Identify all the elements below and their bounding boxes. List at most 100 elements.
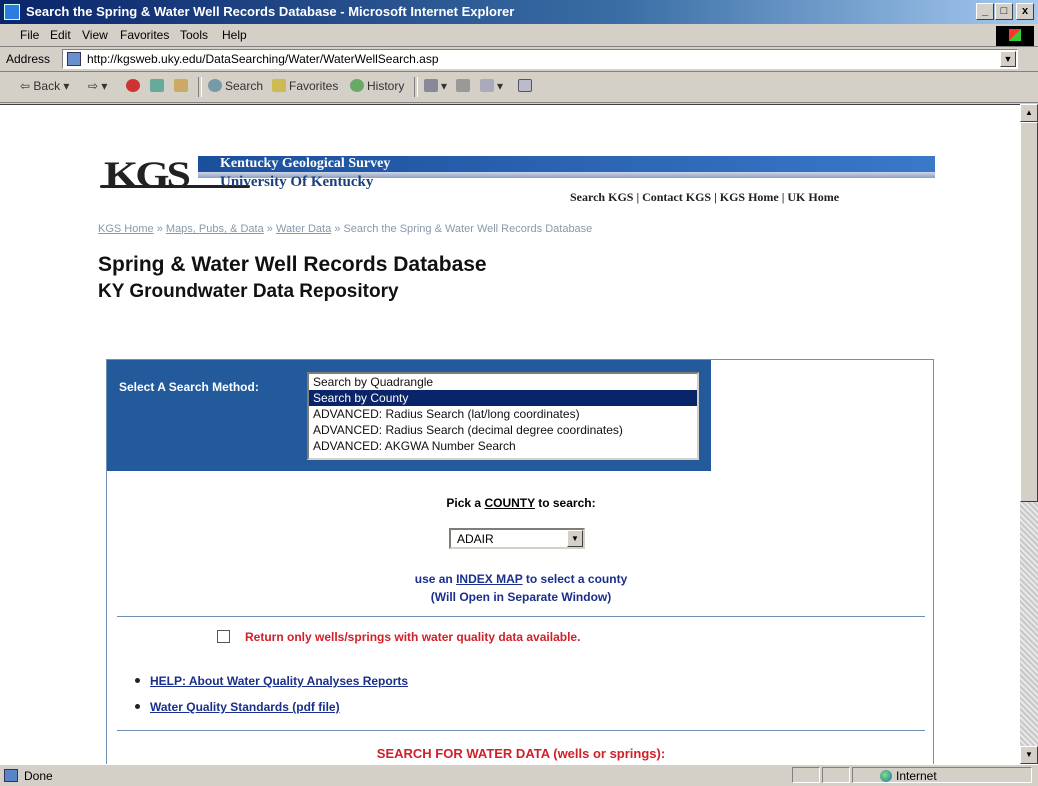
method-option-county[interactable]: Search by County xyxy=(309,390,697,406)
index-map-prefix: use an xyxy=(414,572,457,586)
search-icon xyxy=(208,79,222,92)
stop-button[interactable] xyxy=(126,79,143,93)
history-label: History xyxy=(367,79,405,93)
refresh-button[interactable] xyxy=(150,79,167,93)
status-pane xyxy=(792,767,820,783)
close-button[interactable]: x xyxy=(1016,3,1034,20)
menu-view[interactable]: View xyxy=(82,28,108,42)
stop-icon xyxy=(126,79,140,92)
history-button[interactable]: History xyxy=(350,79,404,93)
help-water-quality-link[interactable]: HELP: About Water Quality Analyses Repor… xyxy=(150,674,408,688)
home-button[interactable] xyxy=(174,79,191,93)
index-map-link[interactable]: INDEX MAP xyxy=(456,572,522,586)
search-button[interactable]: Search xyxy=(208,79,263,93)
breadcrumb-kgs-home[interactable]: KGS Home xyxy=(98,223,154,235)
status-pane xyxy=(822,767,850,783)
discuss-icon xyxy=(518,79,532,92)
window-title: Search the Spring & Water Well Records D… xyxy=(26,4,515,19)
status-zone-pane xyxy=(852,767,1032,783)
menu-bar: File Edit View Favorites Tools Help xyxy=(0,24,1038,47)
address-dropdown-icon[interactable]: ▼ xyxy=(1000,51,1016,67)
search-form: Select A Search Method: Search by Quadra… xyxy=(106,359,934,765)
divider xyxy=(117,730,925,731)
kgs-banner: KGS Kentucky Geological Survey Universit… xyxy=(100,151,938,209)
banner-org-name: Kentucky Geological Survey xyxy=(220,156,391,171)
menu-help[interactable]: Help xyxy=(222,28,247,42)
forward-button[interactable]: ⇨ ▾ xyxy=(88,79,107,93)
water-quality-checkbox-label: Return only wells/springs with water qua… xyxy=(245,630,581,644)
list-item: Water Quality Standards (pdf file) xyxy=(135,700,340,714)
divider xyxy=(117,616,925,617)
search-method-label: Select A Search Method: xyxy=(119,380,259,394)
pick-county-prefix: Pick a xyxy=(446,496,485,510)
method-option-radius-decimal[interactable]: ADVANCED: Radius Search (decimal degree … xyxy=(309,422,697,438)
maximize-button[interactable]: □ xyxy=(995,3,1013,20)
method-option-quadrangle[interactable]: Search by Quadrangle xyxy=(309,374,697,390)
print-button[interactable] xyxy=(456,79,473,93)
breadcrumb-separator: » xyxy=(334,223,341,235)
index-map-note: (Will Open in Separate Window) xyxy=(430,590,612,604)
history-icon xyxy=(350,79,364,92)
menu-tools[interactable]: Tools xyxy=(180,28,208,42)
back-label: Back xyxy=(33,79,61,93)
toolbar-separator xyxy=(198,77,202,97)
kgs-logo[interactable]: KGS xyxy=(104,153,191,196)
address-url: http://kgsweb.uky.edu/DataSearching/Wate… xyxy=(87,52,439,66)
page-subtitle: KY Groundwater Data Repository xyxy=(98,281,399,302)
home-icon xyxy=(174,79,188,92)
county-select[interactable]: ADAIR ▼ xyxy=(449,528,585,549)
index-map-suffix: to select a county xyxy=(522,572,628,586)
internet-zone: Internet xyxy=(880,769,937,783)
globe-icon xyxy=(880,770,892,782)
scroll-down-icon[interactable]: ▼ xyxy=(1020,746,1038,764)
vertical-scrollbar[interactable]: ▲ ▼ xyxy=(1020,104,1038,764)
bullet-icon xyxy=(135,678,140,683)
status-text: Done xyxy=(24,769,53,783)
chevron-down-icon[interactable]: ▼ xyxy=(567,530,583,547)
banner-links[interactable]: Search KGS | Contact KGS | KGS Home | UK… xyxy=(570,190,839,205)
zone-label: Internet xyxy=(896,769,937,783)
breadcrumb-separator: » xyxy=(156,223,163,235)
print-icon xyxy=(456,79,470,92)
bullet-icon xyxy=(135,704,140,709)
water-quality-standards-link[interactable]: Water Quality Standards (pdf file) xyxy=(150,700,340,714)
mail-button[interactable]: ▾ xyxy=(424,79,447,93)
list-item: HELP: About Water Quality Analyses Repor… xyxy=(135,674,408,688)
search-method-listbox[interactable]: Search by Quadrangle Search by County AD… xyxy=(307,372,699,460)
status-bar: Done Internet xyxy=(0,764,1038,786)
favorites-icon xyxy=(272,79,286,92)
forward-arrow-icon: ⇨ ▾ xyxy=(88,79,108,93)
ie-app-icon[interactable] xyxy=(4,4,20,20)
breadcrumb-maps-pubs-data[interactable]: Maps, Pubs, & Data xyxy=(166,223,264,235)
banner-university: University Of Kentucky xyxy=(220,174,374,190)
menu-file[interactable]: File xyxy=(20,28,39,42)
breadcrumb-water-data[interactable]: Water Data xyxy=(276,223,331,235)
method-option-akgwa-number[interactable]: ADVANCED: AKGWA Number Search xyxy=(309,438,697,454)
pick-county-text: Pick a COUNTY to search: xyxy=(107,496,935,510)
scroll-up-icon[interactable]: ▲ xyxy=(1020,104,1038,122)
edit-button[interactable]: ▾ xyxy=(480,79,503,93)
edit-icon xyxy=(480,79,494,92)
menu-edit[interactable]: Edit xyxy=(50,28,71,42)
page-status-icon xyxy=(4,769,18,782)
discuss-button[interactable] xyxy=(518,79,535,93)
back-arrow-icon: ⇦ xyxy=(20,79,34,93)
mail-icon xyxy=(424,79,438,92)
water-quality-checkbox[interactable] xyxy=(217,630,230,643)
page-viewport: KGS Kentucky Geological Survey Universit… xyxy=(0,104,1020,765)
favorites-button[interactable]: Favorites xyxy=(272,79,338,93)
page-title: Spring & Water Well Records Database xyxy=(98,253,487,276)
page-icon xyxy=(67,52,81,66)
method-option-radius-latlong[interactable]: ADVANCED: Radius Search (lat/long coordi… xyxy=(309,406,697,422)
back-button[interactable]: ⇦ Back ▾ xyxy=(20,79,69,93)
toolbar-separator xyxy=(414,77,418,97)
pick-county-keyword: COUNTY xyxy=(484,496,535,510)
scroll-thumb[interactable] xyxy=(1020,122,1038,502)
menu-favorites[interactable]: Favorites xyxy=(120,28,169,42)
search-water-data-heading: SEARCH FOR WATER DATA (wells or springs)… xyxy=(376,746,666,761)
county-select-value: ADAIR xyxy=(457,532,494,546)
breadcrumb-separator: » xyxy=(266,223,273,235)
minimize-button[interactable]: _ xyxy=(976,3,994,20)
window-title-bar: Search the Spring & Water Well Records D… xyxy=(0,0,1038,24)
address-input[interactable]: http://kgsweb.uky.edu/DataSearching/Wate… xyxy=(62,49,1018,69)
